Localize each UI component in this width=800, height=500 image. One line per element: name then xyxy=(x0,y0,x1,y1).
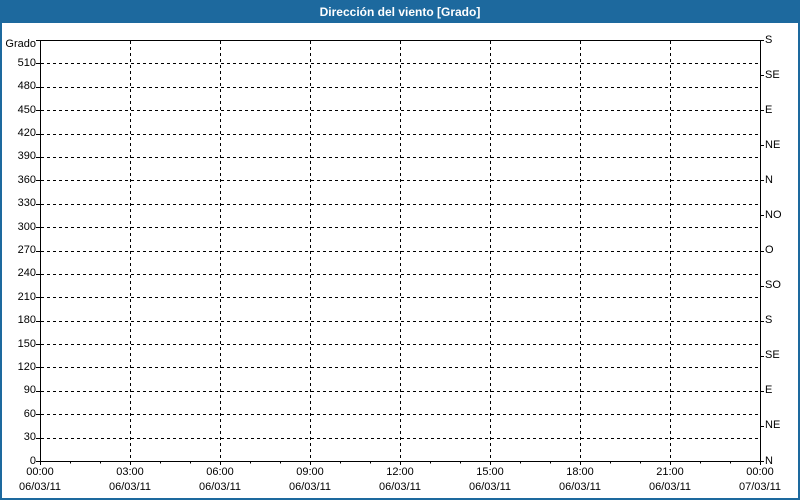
chart-canvas xyxy=(2,2,798,498)
x-axis-time-label: 21:00 xyxy=(638,466,702,479)
y-axis-left-label: 390 xyxy=(2,150,36,163)
y-axis-left-label: 420 xyxy=(2,127,36,140)
x-axis-time-label: 15:00 xyxy=(458,466,522,479)
chart-window: Dirección del viento [Grado] Grado030609… xyxy=(0,0,800,500)
y-axis-right-label: O xyxy=(765,244,774,257)
y-axis-right-label: S xyxy=(765,314,772,327)
y-axis-left-label: 450 xyxy=(2,104,36,117)
x-axis-time-label: 12:00 xyxy=(368,466,432,479)
y-axis-left-label: 210 xyxy=(2,291,36,304)
y-axis-left-label: 480 xyxy=(2,80,36,93)
y-axis-right-label: SE xyxy=(765,69,780,82)
y-axis-left-label: 150 xyxy=(2,338,36,351)
x-axis-date-label: 06/03/11 xyxy=(275,481,345,494)
x-axis-date-label: 06/03/11 xyxy=(5,481,75,494)
y-axis-right-label: NE xyxy=(765,139,780,152)
y-axis-left-label: 510 xyxy=(2,57,36,70)
x-axis-date-label: 06/03/11 xyxy=(365,481,435,494)
y-axis-left-label: 300 xyxy=(2,221,36,234)
y-axis-left-label: 120 xyxy=(2,361,36,374)
x-axis-date-label: 06/03/11 xyxy=(455,481,525,494)
y-axis-unit-label: Grado xyxy=(2,38,36,51)
y-axis-right-label: NE xyxy=(765,419,780,432)
y-axis-right-label: E xyxy=(765,384,772,397)
y-axis-right-label: N xyxy=(765,174,773,187)
x-axis-date-label: 06/03/11 xyxy=(635,481,705,494)
x-axis-date-label: 06/03/11 xyxy=(95,481,165,494)
y-axis-right-label: S xyxy=(765,34,772,47)
x-axis-date-label: 06/03/11 xyxy=(545,481,615,494)
y-axis-right-label: NO xyxy=(765,209,782,222)
y-axis-left-label: 30 xyxy=(2,431,36,444)
y-axis-left-label: 90 xyxy=(2,384,36,397)
y-axis-left-label: 360 xyxy=(2,174,36,187)
x-axis-time-label: 09:00 xyxy=(278,466,342,479)
y-axis-right-label: SE xyxy=(765,349,780,362)
x-axis-date-label: 06/03/11 xyxy=(185,481,255,494)
x-axis-time-label: 18:00 xyxy=(548,466,612,479)
x-axis-time-label: 06:00 xyxy=(188,466,252,479)
x-axis-time-label: 03:00 xyxy=(98,466,162,479)
y-axis-left-label: 270 xyxy=(2,244,36,257)
y-axis-left-label: 180 xyxy=(2,314,36,327)
x-axis-date-label: 07/03/11 xyxy=(725,481,795,494)
y-axis-right-label: SO xyxy=(765,279,781,292)
y-axis-left-label: 60 xyxy=(2,408,36,421)
x-axis-time-label: 00:00 xyxy=(8,466,72,479)
y-axis-left-label: 240 xyxy=(2,267,36,280)
y-axis-left-label: 330 xyxy=(2,197,36,210)
y-axis-right-label: E xyxy=(765,104,772,117)
x-axis-time-label: 00:00 xyxy=(728,466,792,479)
